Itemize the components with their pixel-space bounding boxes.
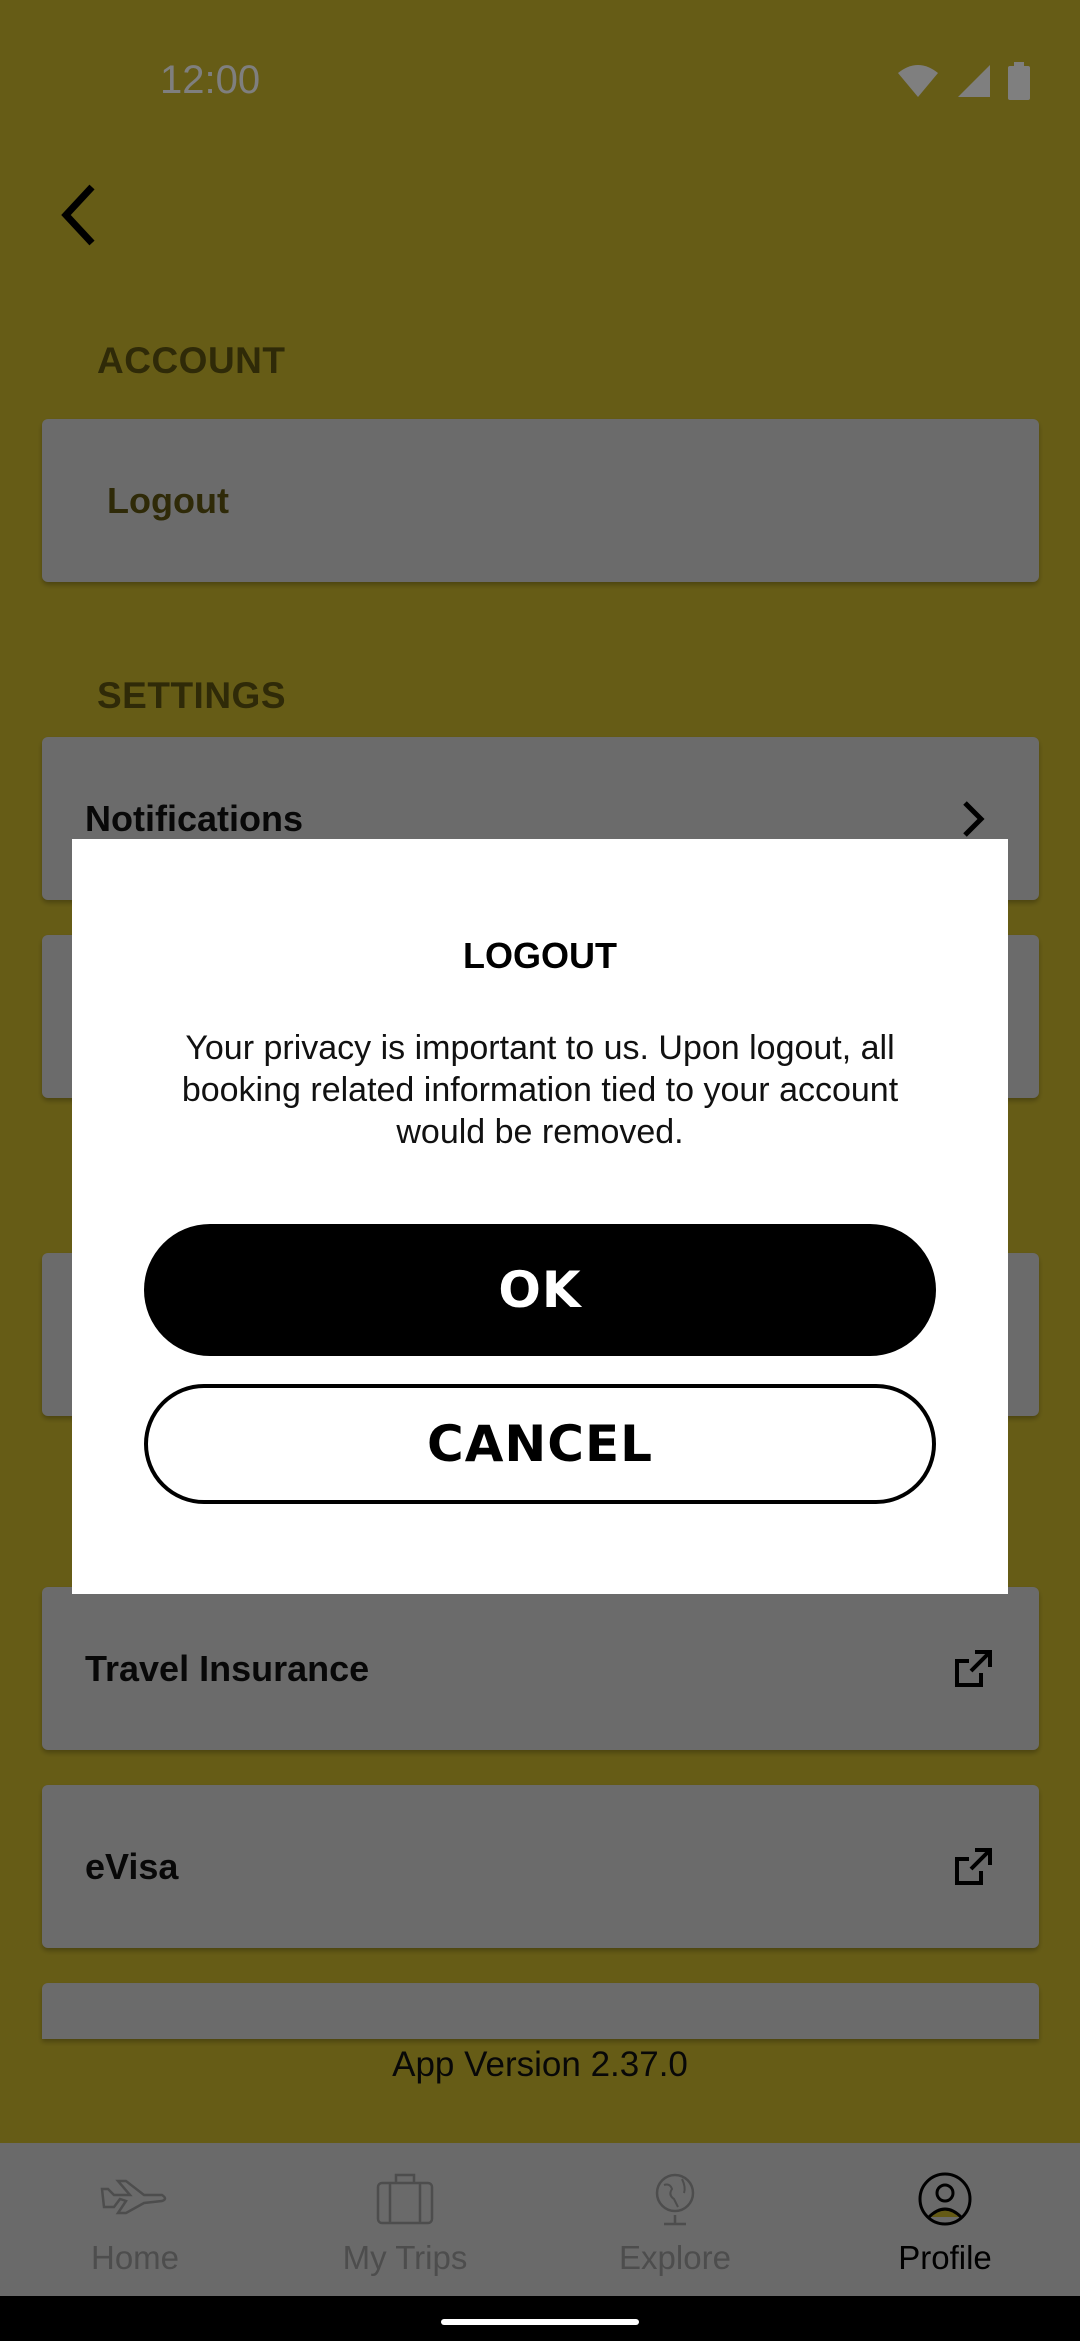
dialog-message: Your privacy is important to us. Upon lo… xyxy=(181,1029,899,1151)
cancel-button[interactable]: CANCEL xyxy=(144,1384,936,1504)
ok-button[interactable]: OK xyxy=(144,1224,936,1356)
dialog-title: LOGOUT xyxy=(463,935,617,976)
gesture-handle[interactable] xyxy=(441,2319,639,2325)
logout-dialog: LOGOUT Your privacy is important to us. … xyxy=(72,839,1008,1594)
